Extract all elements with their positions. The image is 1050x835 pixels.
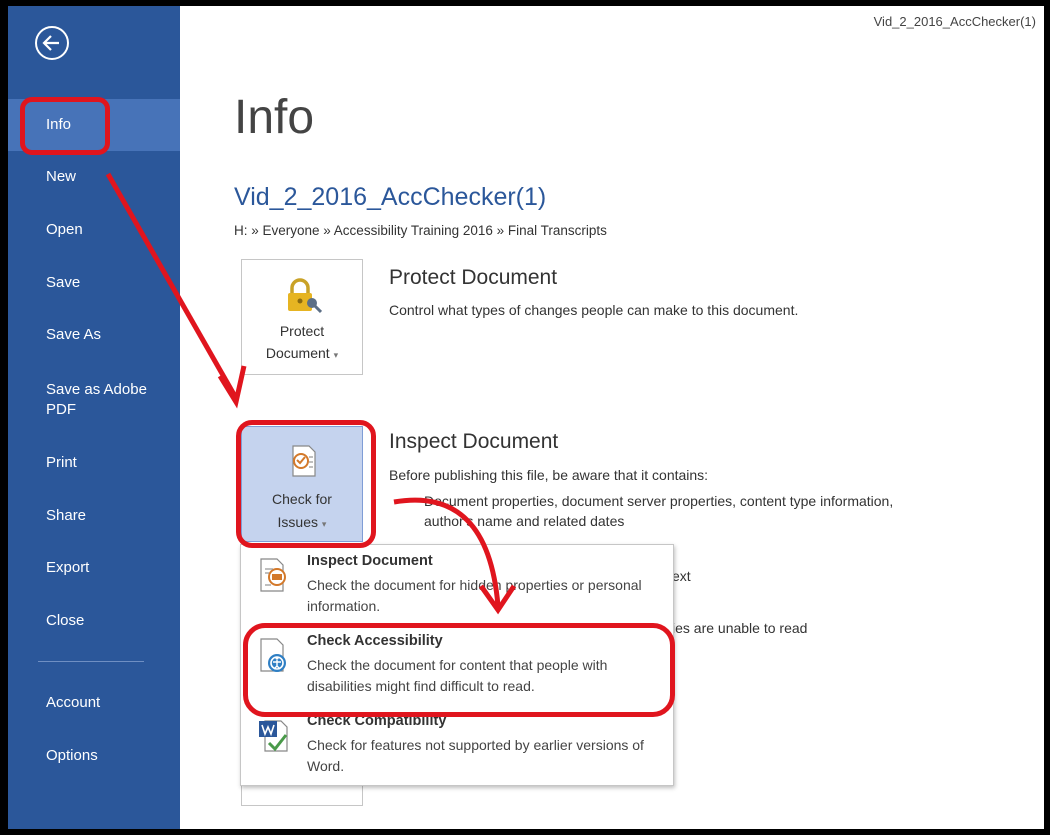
backstage-window: Info New Open Save Save As Save as Adobe… xyxy=(8,6,1044,829)
annotation-arrow-info-to-issues xyxy=(105,172,239,400)
annotation-arrows xyxy=(105,172,517,615)
